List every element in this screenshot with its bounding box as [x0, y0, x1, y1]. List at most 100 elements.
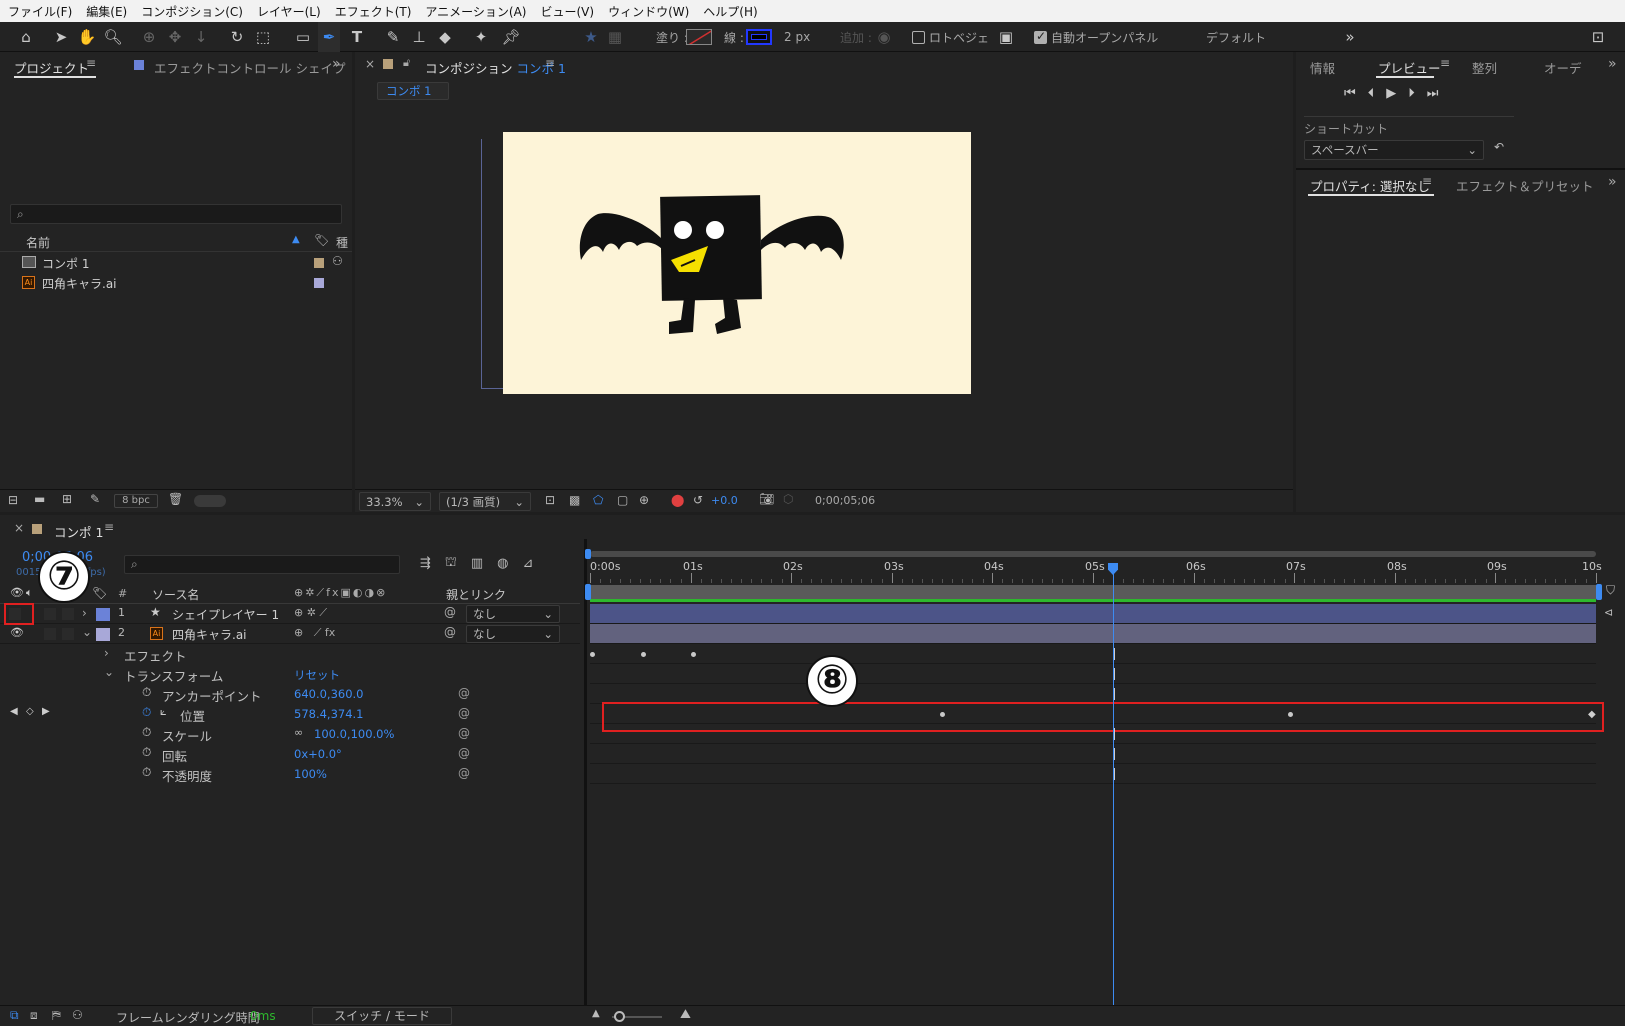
- stopwatch-icon[interactable]: ⏱: [142, 685, 151, 700]
- anchor-tool-icon[interactable]: ⬚: [252, 22, 274, 52]
- stopwatch-icon[interactable]: ⏱: [142, 725, 151, 740]
- mask-path-icon[interactable]: ⬠: [593, 493, 603, 507]
- transparency-grid-icon[interactable]: ▩: [569, 493, 580, 507]
- tab-preview[interactable]: プレビュー: [1378, 58, 1441, 77]
- first-frame-icon[interactable]: ⏮: [1344, 86, 1356, 101]
- shortcut-dropdown[interactable]: スペースバー ⌄: [1304, 140, 1484, 160]
- preview-menu-icon[interactable]: ≡: [1440, 56, 1450, 70]
- previous-frame-icon[interactable]: ⏴: [1368, 86, 1375, 101]
- lock-toggle[interactable]: [62, 608, 74, 620]
- comp-subtab[interactable]: コンポ 1: [377, 82, 449, 100]
- snapshot-icon[interactable]: 📷︎: [759, 492, 774, 506]
- effect-keyframe[interactable]: [691, 652, 696, 657]
- expand-chevron-icon[interactable]: ›: [104, 646, 109, 660]
- effect-keyframe[interactable]: [590, 652, 595, 657]
- clone-stamp-icon[interactable]: ⊥: [408, 22, 430, 52]
- playhead-line[interactable]: [1113, 567, 1114, 1007]
- menu-composition[interactable]: コンポジション(C): [141, 3, 243, 20]
- menu-effect[interactable]: エフェクト(T): [335, 3, 412, 20]
- switch-mode-toggle[interactable]: スイッチ / モード: [312, 1007, 452, 1025]
- lock-toggle[interactable]: [62, 628, 74, 640]
- pen-tool-icon[interactable]: ✒: [318, 22, 340, 52]
- zoom-dropdown[interactable]: 33.3% ⌄: [359, 492, 431, 511]
- work-area-start-handle[interactable]: [585, 584, 591, 600]
- work-area-end-handle[interactable]: [1596, 584, 1602, 600]
- rotobezier-checkbox[interactable]: ロトベジェ: [912, 22, 989, 52]
- stopwatch-icon[interactable]: ⏱: [142, 765, 151, 780]
- eye-icon[interactable]: 👁︎: [10, 626, 24, 639]
- project-item[interactable]: Ai 四角キャラ.ai: [0, 273, 352, 293]
- orbit-tool-icon[interactable]: ⊕: [138, 22, 160, 52]
- transfer-controls-icon[interactable]: ⧈: [30, 1008, 38, 1023]
- transform-group-row[interactable]: ⌄ トランスフォーム リセット: [0, 664, 580, 684]
- zoom-out-icon[interactable]: ▲: [592, 1008, 600, 1019]
- home-icon[interactable]: ⌂: [14, 22, 38, 52]
- label-swatch[interactable]: [314, 258, 324, 268]
- collapse-chevron-icon[interactable]: ⌄: [104, 665, 114, 679]
- layer-switches[interactable]: ⊕ ⟋ fx: [294, 626, 335, 640]
- parent-dropdown[interactable]: なし ⌄: [466, 625, 560, 643]
- collapse-chevron-icon[interactable]: ⌄: [82, 625, 92, 639]
- interpret-footage-icon[interactable]: ⊟: [8, 493, 18, 507]
- stopwatch-active-icon[interactable]: ⏱: [142, 705, 151, 720]
- expand-chevron-icon[interactable]: ›: [82, 606, 87, 620]
- rectangle-tool-icon[interactable]: ▭: [292, 22, 314, 52]
- thumbnail-slider[interactable]: [194, 495, 226, 507]
- roto-brush-icon[interactable]: ✦: [470, 22, 492, 52]
- audio-switch-icon[interactable]: 🔈︎: [26, 586, 33, 600]
- effects-group-row[interactable]: › エフェクト: [0, 644, 580, 664]
- zoom-tool-icon[interactable]: 🔍︎: [102, 22, 124, 52]
- text-tool-icon[interactable]: T: [346, 22, 368, 52]
- prev-keyframe-icon[interactable]: ◀: [10, 706, 18, 717]
- brush-tool-icon[interactable]: ✎: [382, 22, 404, 52]
- right-more-icon[interactable]: »: [1608, 56, 1617, 72]
- bit-depth-button[interactable]: 8 bpc: [114, 494, 158, 508]
- eraser-tool-icon[interactable]: ◆: [434, 22, 456, 52]
- video-toggle[interactable]: [9, 608, 21, 620]
- add-icon[interactable]: ◉: [876, 22, 892, 52]
- menu-help[interactable]: ヘルプ(H): [703, 3, 757, 20]
- grid-snap-icon[interactable]: ▦: [604, 22, 626, 52]
- play-icon[interactable]: ▶: [1386, 86, 1396, 101]
- panel-toggle-icon[interactable]: ▣: [996, 22, 1016, 52]
- switches-column-icons[interactable]: ⊕✲⟋fx▣◐◑⊗: [294, 586, 387, 600]
- tab-effect-controls[interactable]: エフェクトコントロール シェイプ: [154, 58, 345, 77]
- lock-icon[interactable]: 🔓︎: [403, 56, 410, 70]
- tab-project[interactable]: プロジェクト: [14, 58, 89, 77]
- solo-toggle[interactable]: [44, 628, 56, 640]
- stroke-width[interactable]: 2 px: [784, 22, 810, 52]
- viewer-timecode[interactable]: 0;00;05;06: [815, 494, 875, 507]
- stroke-swatch[interactable]: [746, 29, 772, 45]
- scale-value[interactable]: 100.0,100.0%: [314, 727, 394, 741]
- opacity-value[interactable]: 100%: [294, 767, 327, 781]
- panel-menu-icon[interactable]: ≡: [86, 56, 96, 70]
- column-source-name[interactable]: ソース名: [152, 586, 199, 603]
- character-artwork[interactable]: [503, 132, 971, 394]
- guides-icon[interactable]: ⊕: [639, 493, 649, 507]
- column-type[interactable]: 種: [336, 234, 348, 251]
- expression-pickwhip-icon[interactable]: @: [458, 706, 470, 720]
- pick-whip-icon[interactable]: @: [444, 605, 456, 619]
- fast-previews-icon[interactable]: ⊡: [545, 493, 555, 507]
- comp-flowchart-icon[interactable]: ⇶: [420, 556, 431, 571]
- add-keyframe-icon[interactable]: ◇: [26, 706, 34, 717]
- panel-more-icon[interactable]: »: [332, 56, 341, 72]
- dolly-tool-icon[interactable]: ↓: [190, 22, 212, 52]
- stopwatch-icon[interactable]: ⏱: [142, 745, 151, 760]
- region-of-interest-icon[interactable]: ▢: [617, 493, 628, 507]
- rotate-tool-icon[interactable]: ↻: [226, 22, 248, 52]
- menu-animation[interactable]: アニメーション(A): [425, 3, 526, 20]
- label-column-icon[interactable]: 🏷︎: [92, 586, 107, 600]
- render-time-icon[interactable]: ⚇: [72, 1008, 83, 1022]
- selection-tool-icon[interactable]: ➤: [50, 22, 72, 52]
- position-value[interactable]: 578.4,374.1: [294, 707, 364, 721]
- next-frame-icon[interactable]: ⏵: [1408, 86, 1415, 101]
- adjust-icon[interactable]: ✎: [90, 492, 100, 506]
- expression-pickwhip-icon[interactable]: @: [458, 686, 470, 700]
- layer-label-color[interactable]: [96, 628, 110, 641]
- property-row[interactable]: ⏱ 回転 0x+0.0° @: [0, 744, 580, 764]
- layer-name[interactable]: シェイプレイヤー 1: [172, 606, 279, 623]
- solo-toggle[interactable]: [44, 608, 56, 620]
- new-composition-icon[interactable]: ⊞: [62, 492, 72, 506]
- sort-asc-icon[interactable]: ▲: [292, 234, 300, 245]
